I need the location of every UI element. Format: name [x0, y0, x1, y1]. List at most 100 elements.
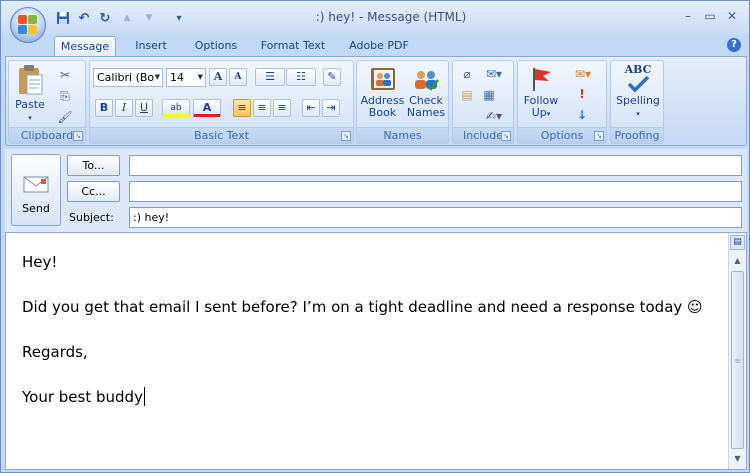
- include-launcher-icon[interactable]: ↘: [501, 131, 511, 141]
- view-ruler-icon[interactable]: ▤: [730, 235, 745, 250]
- paste-label: Paste: [15, 98, 45, 111]
- font-size-value: 14: [170, 71, 184, 84]
- to-button[interactable]: To...: [67, 155, 120, 176]
- spelling-button[interactable]: ABC Spelling ▾: [613, 64, 663, 120]
- signature-icon[interactable]: ✍▾: [481, 108, 507, 124]
- tab-options[interactable]: Options: [186, 36, 246, 56]
- grow-font-button[interactable]: A: [209, 68, 227, 86]
- title-bar: ↶ ↻ ▲ ▼ ▾ :) hey! - Message (HTML) – ▭ ✕: [1, 1, 749, 34]
- follow-up-dropdown-icon: ▾: [546, 110, 551, 118]
- font-name-select[interactable]: Calibri (Bo ▼: [93, 68, 163, 87]
- address-book-icon: [370, 68, 395, 90]
- follow-up-label-2: Up: [531, 106, 547, 119]
- check-names-button[interactable]: Check Names: [405, 66, 447, 119]
- tab-adobe-pdf[interactable]: Adobe PDF: [341, 36, 417, 56]
- paste-dropdown-icon[interactable]: ▾: [28, 114, 32, 122]
- font-dropdown-icon: ▼: [154, 73, 160, 81]
- attach-item-icon[interactable]: ✉▾: [481, 66, 507, 82]
- check-names-icon: [415, 71, 439, 91]
- checkmark-icon: [627, 76, 650, 92]
- minimize-button[interactable]: –: [679, 8, 697, 24]
- font-name-value: Calibri (Bo: [97, 71, 155, 84]
- customize-qat-icon[interactable]: ▾: [174, 10, 184, 26]
- abc-check-icon: ABC: [624, 63, 652, 76]
- align-left-button[interactable]: ≡: [233, 99, 251, 117]
- font-color-button[interactable]: A: [193, 99, 221, 117]
- shrink-font-button[interactable]: A: [229, 68, 247, 86]
- check-names-label-2: Names: [406, 106, 446, 119]
- vertical-scrollbar[interactable]: ▤ ▲ ≡ ▼: [728, 233, 746, 469]
- paste-button[interactable]: Paste ▾: [13, 64, 47, 124]
- attach-file-icon[interactable]: ⌀: [459, 66, 475, 82]
- message-body-editor[interactable]: Hey! Did you get that email I sent befor…: [5, 232, 747, 470]
- business-card-icon[interactable]: ▤: [459, 87, 475, 103]
- ribbon: Paste ▾ ✂ ⎘ 🖌 Clipboard ↘ Calibri (Bo ▼ 1…: [5, 56, 747, 146]
- decrease-indent-button[interactable]: ⇤: [302, 99, 320, 117]
- subject-field[interactable]: :) hey!: [129, 207, 742, 228]
- scroll-up-icon[interactable]: ▲: [730, 253, 745, 269]
- calendar-icon[interactable]: ▦: [481, 87, 497, 103]
- to-field[interactable]: [129, 155, 742, 176]
- italic-button[interactable]: I: [115, 99, 133, 117]
- copy-icon[interactable]: ⎘: [57, 88, 73, 104]
- bold-button[interactable]: B: [95, 99, 113, 117]
- highlight-button[interactable]: ab: [162, 99, 190, 117]
- spelling-dropdown-icon: ▾: [636, 110, 640, 118]
- align-right-button[interactable]: ≡: [273, 99, 291, 117]
- basic-text-group-label: Basic Text: [90, 127, 353, 143]
- restore-button[interactable]: ▭: [701, 8, 719, 24]
- cc-button[interactable]: Cc...: [67, 181, 120, 202]
- clipboard-group: Paste ▾ ✂ ⎘ 🖌 Clipboard ↘: [8, 60, 86, 144]
- tab-message[interactable]: Message: [54, 36, 116, 56]
- redo-icon[interactable]: ↻: [98, 10, 112, 26]
- cc-field[interactable]: [129, 181, 742, 202]
- size-dropdown-icon: ▼: [197, 73, 203, 81]
- close-button[interactable]: ✕: [723, 8, 741, 24]
- previous-item-icon[interactable]: ▲: [120, 10, 134, 26]
- options-launcher-icon[interactable]: ↘: [594, 131, 604, 141]
- undo-icon[interactable]: ↶: [77, 10, 91, 26]
- increase-indent-button[interactable]: ⇥: [322, 99, 340, 117]
- bullets-button[interactable]: ☰: [255, 68, 285, 86]
- help-icon[interactable]: ?: [727, 38, 741, 52]
- scroll-down-icon[interactable]: ▼: [730, 451, 745, 467]
- cut-icon[interactable]: ✂: [57, 67, 73, 83]
- save-icon[interactable]: [55, 10, 71, 26]
- body-line-greeting: Hey!: [22, 253, 58, 271]
- underline-button[interactable]: U: [135, 99, 153, 117]
- tab-insert[interactable]: Insert: [126, 36, 176, 56]
- body-line-closing: Regards,: [22, 343, 88, 361]
- body-line-signature: Your best buddy: [22, 386, 712, 409]
- clipboard-launcher-icon[interactable]: ↘: [73, 131, 83, 141]
- address-book-label-2: Book: [368, 106, 397, 119]
- message-body-text[interactable]: Hey! Did you get that email I sent befor…: [22, 251, 712, 409]
- address-book-button[interactable]: Address Book: [360, 66, 405, 119]
- options-group: Follow Up▾ ✉▾ ! ↓ Options ↘: [517, 60, 607, 144]
- numbering-button[interactable]: ☷: [286, 68, 316, 86]
- message-window: ↶ ↻ ▲ ▼ ▾ :) hey! - Message (HTML) – ▭ ✕…: [0, 0, 750, 473]
- low-importance-icon[interactable]: ↓: [574, 107, 590, 123]
- flag-icon: [533, 68, 551, 91]
- scroll-thumb[interactable]: ≡: [731, 271, 744, 449]
- window-title: :) hey! - Message (HTML): [315, 10, 467, 24]
- office-button[interactable]: [10, 7, 46, 43]
- next-item-icon[interactable]: ▼: [142, 10, 156, 26]
- tab-format-text[interactable]: Format Text: [255, 36, 331, 56]
- align-center-button[interactable]: ≡: [253, 99, 271, 117]
- font-size-select[interactable]: 14 ▼: [166, 68, 206, 87]
- spelling-label: Spelling: [616, 94, 660, 107]
- follow-up-button[interactable]: Follow Up▾: [521, 66, 561, 120]
- clear-formatting-button[interactable]: ✎: [323, 68, 341, 86]
- include-group: ⌀ ✉▾ ▤ ▦ ✍▾ Include ↘: [452, 60, 514, 144]
- send-label: Send: [22, 202, 50, 215]
- text-cursor: [143, 387, 145, 406]
- send-button[interactable]: Send: [11, 154, 61, 226]
- permission-icon[interactable]: ✉▾: [570, 66, 596, 82]
- office-logo-icon: [18, 15, 38, 35]
- format-painter-icon[interactable]: 🖌: [57, 109, 73, 125]
- high-importance-icon[interactable]: !: [574, 86, 590, 102]
- paste-icon: [19, 65, 43, 95]
- basic-text-launcher-icon[interactable]: ↘: [341, 131, 351, 141]
- proofing-group-label: Proofing: [611, 127, 663, 143]
